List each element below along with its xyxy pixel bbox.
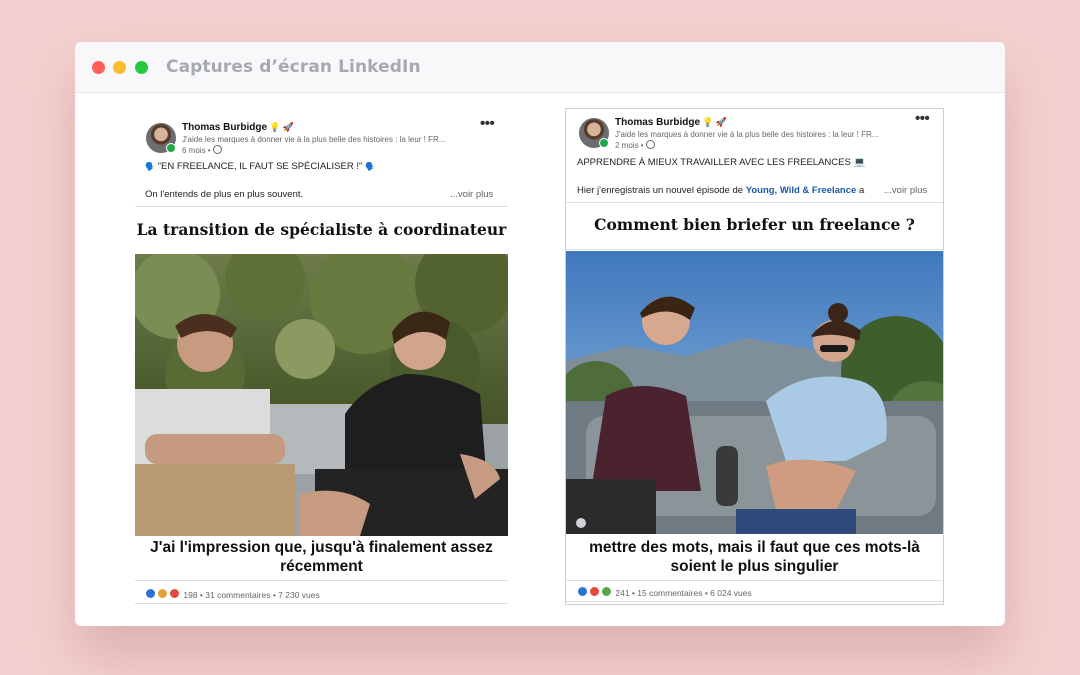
more-options-icon[interactable]: ••• — [480, 115, 495, 132]
online-status-icon — [599, 138, 609, 148]
divider — [135, 603, 508, 604]
post-text-line1: APPRENDRE À MIEUX TRAVAILLER AVEC LES FR… — [577, 157, 866, 168]
title-bar: Captures d’écran LinkedIn — [75, 42, 1005, 93]
divider — [566, 580, 943, 581]
social-counts[interactable]: 198 • 31 commentaires • 7 230 vues — [145, 588, 320, 600]
podcast-link[interactable]: Young, Wild & Freelance — [746, 185, 857, 196]
author-name[interactable]: Thomas Burbidge 💡 🚀 — [182, 122, 294, 133]
online-status-icon — [166, 143, 176, 153]
globe-icon — [212, 145, 222, 154]
divider — [135, 580, 508, 581]
close-button[interactable] — [92, 61, 105, 74]
video-title: La transition de spécialiste à coordinat… — [136, 220, 507, 239]
see-more-link[interactable]: ...voir plus — [450, 189, 493, 200]
post-time: 6 mois • — [182, 145, 222, 155]
like-icon — [577, 586, 588, 597]
social-counts[interactable]: 241 • 15 commentaires • 6 024 vues — [577, 586, 752, 598]
linkedin-post-1: Thomas Burbidge 💡 🚀 J'aide les marques à … — [135, 108, 508, 608]
post-text-line2: Hier j'enregistrais un nouvel épisode de… — [577, 185, 864, 196]
author-headline: J'aide les marques à donner vie à la plu… — [615, 130, 879, 139]
view-count: 6 024 vues — [710, 588, 752, 598]
comment-count[interactable]: 31 commentaires — [205, 590, 270, 600]
author-emoji: 💡 🚀 — [269, 122, 294, 132]
divider — [566, 601, 943, 602]
post-time-text: 2 mois • — [615, 141, 644, 150]
minimize-button[interactable] — [113, 61, 126, 74]
linkedin-post-2: Thomas Burbidge 💡 🚀 J'aide les marques à … — [565, 108, 944, 605]
author-name-text: Thomas Burbidge — [615, 117, 701, 128]
author-emoji: 💡 🚀 — [702, 117, 727, 127]
celebrate-icon — [157, 588, 168, 599]
megaphone-icon: 🗣️ — [145, 162, 155, 171]
megaphone-icon: 🗣️ — [364, 162, 375, 171]
post-time: 2 mois • — [615, 140, 655, 150]
post-text-line2: On l'entends de plus en plus souvent. — [145, 189, 304, 200]
comment-count[interactable]: 15 commentaires — [637, 588, 702, 598]
post-text-line1: 🗣️ "EN FREELANCE, IL FAUT SE SPÉCIALISER… — [145, 161, 375, 172]
reaction-count[interactable]: 241 — [615, 588, 629, 598]
author-headline: J'aide les marques à donner vie à la plu… — [182, 135, 446, 144]
post-text-line2-prefix: Hier j'enregistrais un nouvel épisode de — [577, 185, 744, 196]
divider — [566, 249, 943, 250]
see-more-link[interactable]: ...voir plus — [884, 185, 927, 196]
post-text-line1-text: "EN FREELANCE, IL FAUT SE SPÉCIALISER !" — [157, 161, 363, 172]
maximize-button[interactable] — [135, 61, 148, 74]
reaction-count[interactable]: 198 — [183, 590, 197, 600]
browser-window: Captures d’écran LinkedIn Thomas Burbidg… — [75, 42, 1005, 626]
video-frame-image — [135, 254, 508, 536]
globe-icon — [645, 140, 655, 149]
love-icon — [169, 588, 180, 599]
video-caption: mettre des mots, mais il faut que ces mo… — [589, 539, 920, 575]
divider — [135, 206, 508, 207]
post-time-text: 6 mois • — [182, 146, 211, 155]
video-title: Comment bien briefer un freelance ? — [594, 215, 915, 234]
author-name[interactable]: Thomas Burbidge 💡 🚀 — [615, 117, 727, 128]
video-caption: J'ai l'impression que, jusqu'à finalemen… — [150, 539, 493, 575]
author-name-text: Thomas Burbidge — [182, 122, 268, 133]
video-frame-image — [566, 251, 943, 534]
divider — [566, 202, 943, 203]
video-player[interactable] — [135, 254, 508, 536]
like-icon — [145, 588, 156, 599]
window-title: Captures d’écran LinkedIn — [166, 57, 421, 77]
video-player[interactable] — [566, 251, 943, 534]
love-icon — [589, 586, 600, 597]
more-options-icon[interactable]: ••• — [915, 110, 930, 127]
post-text-line2-suffix: a — [858, 185, 865, 196]
celebrate-icon — [601, 586, 612, 597]
view-count: 7 230 vues — [278, 590, 320, 600]
